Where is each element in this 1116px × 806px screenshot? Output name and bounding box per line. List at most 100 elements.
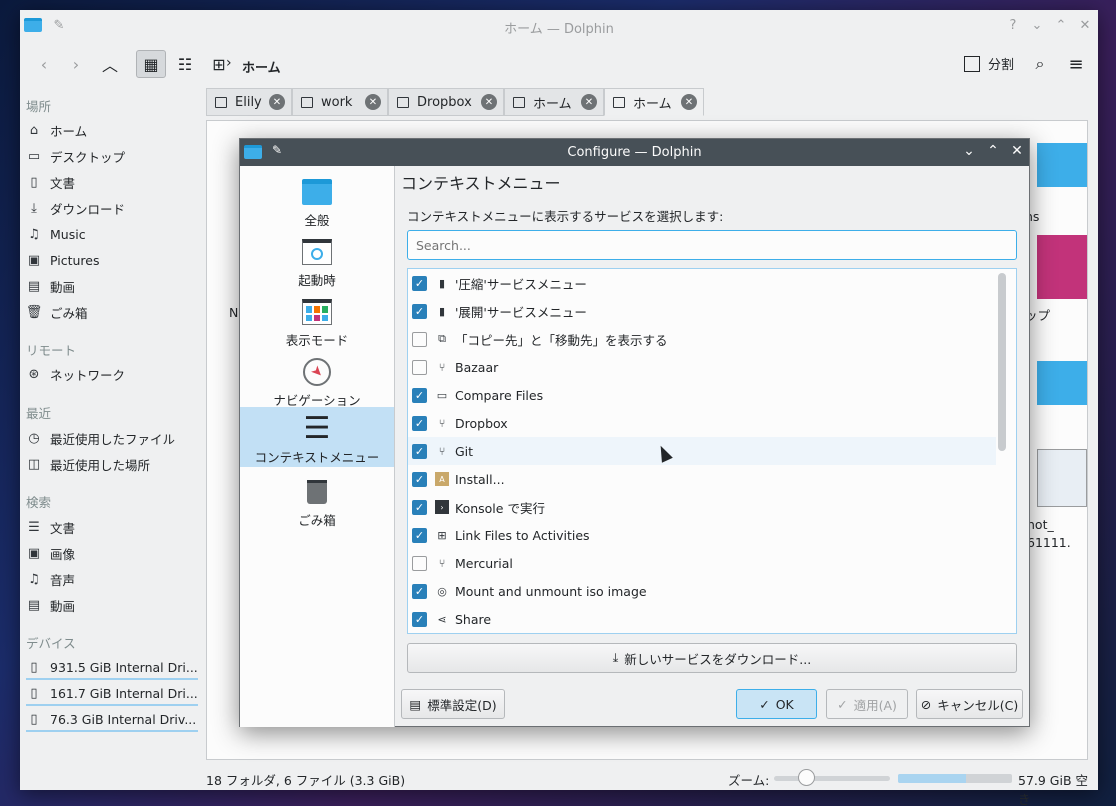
list-item[interactable]: ✓ ⊞ Link Files to Activities [408, 521, 996, 549]
list-item[interactable]: ✓ ⋖ Share [408, 605, 996, 633]
close-tab-icon[interactable]: ✕ [581, 94, 597, 110]
place-desktop[interactable]: ▭ デスクトップ [26, 144, 198, 168]
place-music[interactable]: ♫ Music [26, 222, 198, 246]
place-recent-files[interactable]: ◷ 最近使用したファイル [26, 426, 198, 450]
nav-navigation[interactable]: ➤ ナビゲーション [240, 350, 394, 410]
apply-button[interactable]: ✓ 適用(A) [826, 689, 908, 719]
split-label: 分割 [988, 58, 1015, 73]
checkbox[interactable]: ✓ [412, 527, 427, 543]
tab-home-2[interactable]: ホーム ✕ [604, 88, 704, 116]
list-item[interactable]: ✓ › Konsole で実行 [408, 493, 996, 521]
place-documents[interactable]: ▯ 文書 [26, 170, 198, 194]
place-downloads[interactable]: ⤓ ダウンロード [26, 196, 198, 220]
list-item[interactable]: ✓ ▮ '展開'サービスメニュー [408, 297, 996, 325]
file-thumbnail[interactable] [1037, 235, 1087, 299]
tab-dropbox[interactable]: Dropbox ✕ [388, 88, 504, 116]
close-icon[interactable]: ✕ [1008, 143, 1026, 159]
close-tab-icon[interactable]: ✕ [481, 94, 497, 110]
list-item[interactable]: ✓ A Install... [408, 465, 996, 493]
close-tab-icon[interactable]: ✕ [365, 94, 381, 110]
screenshot-thumbnail[interactable] [1037, 449, 1087, 507]
list-item[interactable]: ✓ ⑂ Dropbox [408, 409, 996, 437]
up-button[interactable]: ︿ [98, 50, 122, 78]
close-icon[interactable]: ✕ [1076, 16, 1094, 34]
breadcrumb[interactable]: ホーム [242, 57, 281, 76]
list-item[interactable]: ⧉ 「コピー先」と「移動先」を表示する [408, 325, 996, 353]
minimize-icon[interactable]: ⌄ [960, 143, 978, 159]
vcs-icon: ⑂ [438, 556, 446, 570]
scrollbar[interactable] [998, 269, 1012, 633]
checkbox[interactable]: ✓ [412, 583, 427, 599]
device-2[interactable]: ▯ 161.7 GiB Internal Dri... [26, 682, 198, 706]
folder-thumbnail[interactable] [1037, 361, 1087, 405]
tab-elily[interactable]: Elily ✕ [206, 88, 292, 116]
folder-thumbnail[interactable] [1037, 143, 1087, 187]
maximize-icon[interactable]: ⌃ [1052, 16, 1070, 34]
checkbox[interactable]: ✓ [412, 303, 427, 319]
download-services-button[interactable]: ⤓ 新しいサービスをダウンロード... [407, 643, 1017, 673]
tab-work[interactable]: work ✕ [292, 88, 388, 116]
list-item[interactable]: ✓ ◎ Mount and unmount iso image [408, 577, 996, 605]
search-input[interactable] [407, 230, 1017, 260]
place-home[interactable]: ⌂ ホーム [26, 118, 198, 142]
cancel-button[interactable]: ⊘ キャンセル(C) [916, 689, 1023, 719]
download-icon: ⤓ [612, 650, 619, 665]
compact-view-button[interactable]: ☷ [170, 50, 200, 78]
music-icon: ♫ [28, 226, 40, 242]
forward-button[interactable]: › [64, 50, 88, 78]
place-pictures[interactable]: ▣ Pictures [26, 248, 198, 272]
split-button[interactable]: 分割 [964, 54, 1014, 73]
close-tab-icon[interactable]: ✕ [269, 94, 285, 110]
help-icon[interactable]: ? [1004, 16, 1022, 34]
menu-icon[interactable]: ≡ [1064, 50, 1088, 78]
place-videos[interactable]: ▤ 動画 [26, 274, 198, 298]
checkbox[interactable] [412, 331, 427, 347]
device-1[interactable]: ▯ 931.5 GiB Internal Dri... [26, 656, 198, 680]
minimize-icon[interactable]: ⌄ [1028, 16, 1046, 34]
search-documents[interactable]: ☰ 文書 [26, 515, 198, 539]
services-list[interactable]: ✓ ▮ '圧縮'サービスメニュー ✓ ▮ '展開'サービスメニュー ⧉ 「コピー先」と「移… [407, 268, 1017, 634]
close-tab-icon[interactable]: ✕ [681, 94, 697, 110]
service-label: Dropbox [455, 415, 508, 431]
checkbox[interactable] [412, 555, 427, 571]
list-item[interactable]: ⑂ Mercurial [408, 549, 996, 577]
nav-startup[interactable]: 起動時 [240, 230, 394, 290]
tab-home-1[interactable]: ホーム ✕ [504, 88, 604, 116]
list-item[interactable]: ✓ ▮ '圧縮'サービスメニュー [408, 269, 996, 297]
window-titlebar[interactable]: ✎ ホーム — Dolphin ? ⌄ ⌃ ✕ [20, 10, 1098, 40]
home-icon: ⌂ [29, 122, 39, 138]
search-icon[interactable]: ⌕ [1028, 50, 1052, 78]
place-recent-places[interactable]: ◫ 最近使用した場所 [26, 452, 198, 476]
search-images[interactable]: ▣ 画像 [26, 541, 198, 565]
ok-button[interactable]: ✓ OK [736, 689, 817, 719]
nav-context-menu[interactable]: ☰ コンテキストメニュー [240, 407, 394, 467]
list-item[interactable]: ⑂ Bazaar [408, 353, 996, 381]
place-network[interactable]: ⊛ ネットワーク [26, 362, 198, 386]
checkbox[interactable]: ✓ [412, 443, 427, 459]
list-item[interactable]: ✓ ▭ Compare Files [408, 381, 996, 409]
icons-view-button[interactable]: ▦ [136, 50, 166, 78]
scrollbar-thumb[interactable] [998, 273, 1006, 451]
nav-view-modes[interactable]: 表示モード [240, 290, 394, 350]
checkbox[interactable]: ✓ [412, 415, 427, 431]
checkbox[interactable]: ✓ [412, 387, 427, 403]
place-trash[interactable]: 🗑 ごみ箱 [26, 300, 198, 324]
back-button[interactable]: ‹ [32, 50, 56, 78]
checkbox[interactable]: ✓ [412, 611, 427, 627]
checkbox[interactable]: ✓ [412, 471, 427, 487]
nav-trash[interactable]: ごみ箱 [240, 470, 394, 530]
checkbox[interactable] [412, 359, 427, 375]
maximize-icon[interactable]: ⌃ [984, 143, 1002, 159]
defaults-button[interactable]: ▤ 標準設定(D) [401, 689, 505, 719]
device-3[interactable]: ▯ 76.3 GiB Internal Driv... [26, 708, 198, 732]
zoom-slider[interactable] [774, 776, 890, 781]
list-item[interactable]: ✓ ⑂ Git [408, 437, 996, 465]
checkbox[interactable]: ✓ [412, 499, 427, 515]
zoom-slider-handle[interactable] [798, 769, 815, 786]
search-audio[interactable]: ♫ 音声 [26, 567, 198, 591]
search-videos[interactable]: ▤ 動画 [26, 593, 198, 617]
checkbox[interactable]: ✓ [412, 275, 427, 291]
dialog-titlebar[interactable]: ✎ Configure — Dolphin ⌄ ⌃ ✕ [240, 139, 1029, 166]
status-bar: 18 フォルダ, 6 ファイル (3.3 GiB) ズーム: 57.9 GiB … [206, 768, 1088, 806]
nav-general[interactable]: 全般 [240, 170, 394, 230]
